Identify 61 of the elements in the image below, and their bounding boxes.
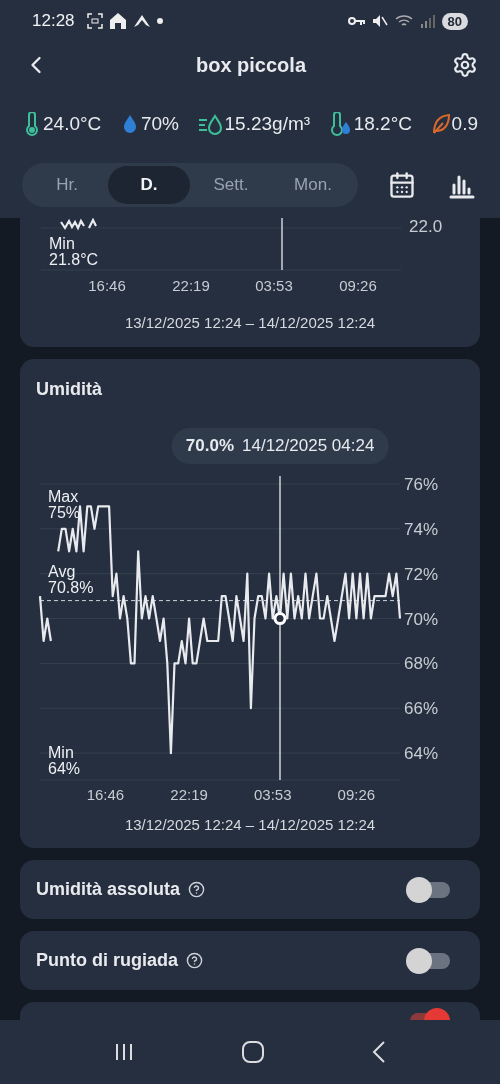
- x-axis-label: 03:53: [253, 786, 292, 803]
- y-axis-label: 72%: [404, 564, 439, 584]
- metric-value: 15.23g/m³: [224, 113, 311, 135]
- leaf-icon: [430, 112, 451, 136]
- battery-level: 80: [441, 12, 468, 30]
- back-nav-button[interactable]: [372, 1041, 386, 1063]
- setting-label: Umidità assoluta: [36, 879, 181, 900]
- wifi-icon: [393, 13, 414, 29]
- card-title: Umidità: [36, 379, 103, 400]
- metric-value: 0.9: [451, 113, 478, 135]
- thermometer-drop-icon: [328, 112, 353, 136]
- toggle-switch[interactable]: [406, 947, 450, 974]
- mute-icon: [371, 13, 388, 29]
- gear-icon: [452, 52, 478, 78]
- y-axis-label: 66%: [404, 699, 439, 719]
- wind-drop-icon: [197, 112, 224, 136]
- y-axis-label: 64%: [404, 744, 439, 764]
- cursor-line: [281, 218, 283, 271]
- x-axis-label: 22:19: [172, 277, 210, 294]
- dot-icon: [156, 18, 163, 24]
- y-axis-label: 68%: [404, 654, 439, 674]
- page-title: box piccola: [196, 53, 306, 77]
- cursor-point: [273, 612, 287, 626]
- x-axis-label: 09:26: [337, 786, 376, 803]
- x-axis-label: 09:26: [339, 277, 377, 294]
- period-tab[interactable]: D.: [108, 166, 190, 204]
- temperature-line: [59, 218, 98, 231]
- period-tab[interactable]: Sett.: [190, 166, 272, 204]
- metric-value: 24.0°C: [43, 113, 102, 135]
- y-axis-label: 74%: [404, 519, 439, 539]
- stat-label: Min: [49, 235, 75, 252]
- y-axis-label: 70%: [404, 609, 439, 629]
- metric-value: 18.2°C: [353, 113, 412, 135]
- x-axis-label: 03:53: [255, 277, 293, 294]
- date-range: 13/12/2025 12:24 – 14/12/2025 12:24: [124, 314, 376, 331]
- signal-icon: [419, 14, 436, 28]
- home-button[interactable]: [242, 1041, 264, 1063]
- stat-label: Avg: [48, 562, 76, 580]
- stat-label: Max: [48, 488, 79, 505]
- calendar-icon: [388, 171, 416, 199]
- key-icon: [347, 15, 366, 27]
- help-icon[interactable]: [188, 881, 206, 898]
- date-range: 13/12/2025 12:24 – 14/12/2025 12:24: [123, 816, 377, 833]
- x-axis-label: 16:46: [86, 786, 125, 803]
- toggle-switch[interactable]: [406, 876, 450, 903]
- clock: 12:28: [32, 11, 75, 31]
- period-tab[interactable]: Hr.: [26, 166, 108, 204]
- period-tab[interactable]: Mon.: [272, 166, 354, 204]
- recent-apps-button[interactable]: [114, 1042, 134, 1062]
- help-icon[interactable]: [186, 952, 203, 969]
- screenshot-icon: [86, 13, 103, 29]
- stat-label: Min: [48, 744, 74, 761]
- x-axis-label: 22:19: [170, 786, 208, 803]
- metric-value: 70%: [140, 113, 179, 135]
- y-axis-label: 22.0: [409, 218, 443, 236]
- value-tooltip: 70.0% 14/12/2025 04:24: [171, 428, 389, 464]
- stat-value: 21.8°C: [49, 251, 99, 268]
- setting-label: Punto di rugiada: [36, 950, 178, 971]
- stat-value: 64%: [48, 760, 81, 777]
- x-axis-label: 16:46: [88, 277, 126, 294]
- y-axis-label: 76%: [404, 475, 439, 494]
